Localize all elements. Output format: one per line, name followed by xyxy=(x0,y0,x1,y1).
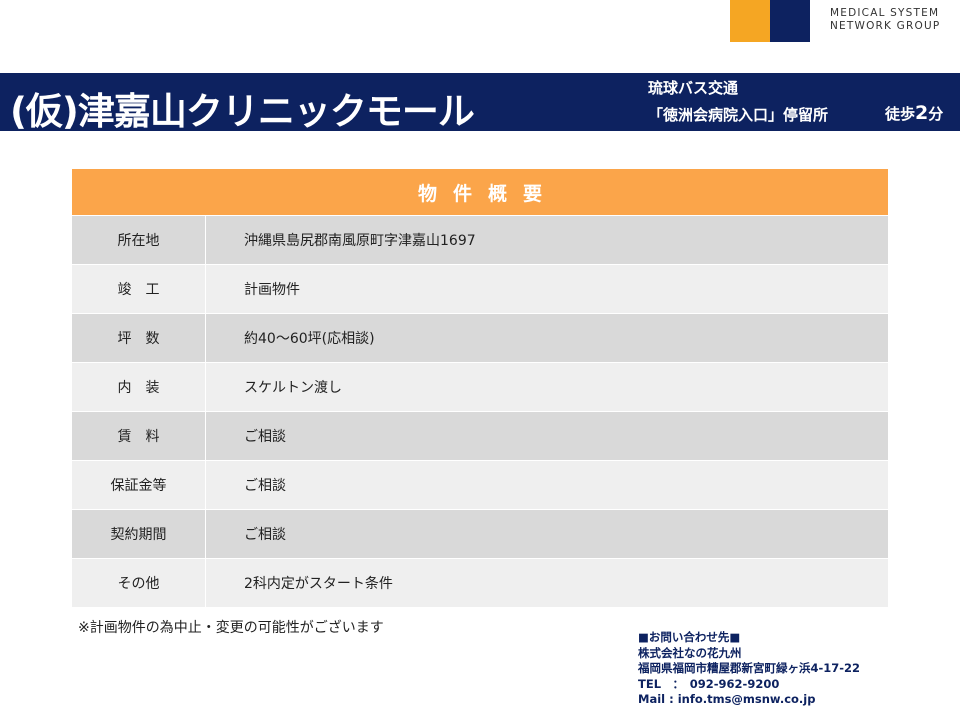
row-label: 竣 工 xyxy=(72,265,206,313)
company-logo: MEDICAL SYSTEM NETWORK GROUP xyxy=(730,0,939,42)
table-row: 賃 料 ご相談 xyxy=(72,412,888,461)
property-table: 物件概要 所在地 沖縄県島尻郡南風原町字津嘉山1697 竣 工 計画物件 坪 数… xyxy=(72,169,888,608)
walk-minutes: 2 xyxy=(915,102,929,124)
contact-tel: TEL ： 092-962-9200 xyxy=(638,676,780,691)
walk-unit: 分 xyxy=(928,105,944,123)
walk-time: 徒歩2分 xyxy=(885,102,943,124)
title-banner: (仮)津嘉山クリニックモール 琉球バス交通 「徳洲会病院入口」停留所 徒歩2分 xyxy=(0,73,960,133)
row-label: 契約期間 xyxy=(72,510,206,558)
table-row: 契約期間 ご相談 xyxy=(72,510,888,559)
row-value: 2科内定がスタート条件 xyxy=(244,576,393,592)
row-value: ご相談 xyxy=(244,478,286,494)
row-value: 沖縄県島尻郡南風原町字津嘉山1697 xyxy=(244,233,476,249)
table-row: 所在地 沖縄県島尻郡南風原町字津嘉山1697 xyxy=(72,216,888,265)
row-label: 内 装 xyxy=(72,363,206,411)
table-row: 内 装 スケルトン渡し xyxy=(72,363,888,412)
logo-text: MEDICAL SYSTEM NETWORK GROUP xyxy=(830,7,960,33)
table-row: 竣 工 計画物件 xyxy=(72,265,888,314)
row-value: スケルトン渡し xyxy=(244,380,342,396)
row-value: 約40～60坪(応相談) xyxy=(244,331,375,347)
row-value: ご相談 xyxy=(244,527,286,543)
row-value: ご相談 xyxy=(244,429,286,445)
logo-orange-square xyxy=(730,0,770,42)
row-label: 保証金等 xyxy=(72,461,206,509)
logo-line2: NETWORK GROUP xyxy=(830,20,941,32)
contact-company: 株式会社なの花九州 xyxy=(638,645,742,660)
contact-heading: ■お問い合わせ先■ xyxy=(638,630,741,644)
bus-company: 琉球バス交通 xyxy=(648,79,739,97)
logo-line1: MEDICAL SYSTEM xyxy=(830,7,940,19)
walk-prefix: 徒歩 xyxy=(885,105,916,123)
table-row: 保証金等 ご相談 xyxy=(72,461,888,510)
row-label: 坪 数 xyxy=(72,314,206,362)
page-title: (仮)津嘉山クリニックモール xyxy=(10,90,475,133)
row-label: 所在地 xyxy=(72,216,206,264)
table-row: 坪 数 約40～60坪(応相談) xyxy=(72,314,888,363)
table-header: 物件概要 xyxy=(72,169,888,216)
row-value: 計画物件 xyxy=(244,282,300,298)
logo-navy-square xyxy=(770,0,810,42)
table-row: その他 2科内定がスタート条件 xyxy=(72,559,888,608)
contact-address: 福岡県福岡市糟屋郡新宮町緑ヶ浜4-17-22 xyxy=(638,661,861,675)
row-label: その他 xyxy=(72,559,206,607)
row-label: 賃 料 xyxy=(72,412,206,460)
disclaimer-note: ※計画物件の為中止・変更の可能性がございます xyxy=(78,620,384,636)
contact-mail: Mail : info.tms@msnw.co.jp xyxy=(638,692,816,706)
bus-stop: 「徳洲会病院入口」停留所 xyxy=(648,106,829,124)
contact-block: ■お問い合わせ先■ 株式会社なの花九州 福岡県福岡市糟屋郡新宮町緑ヶ浜4-17-… xyxy=(638,630,860,708)
